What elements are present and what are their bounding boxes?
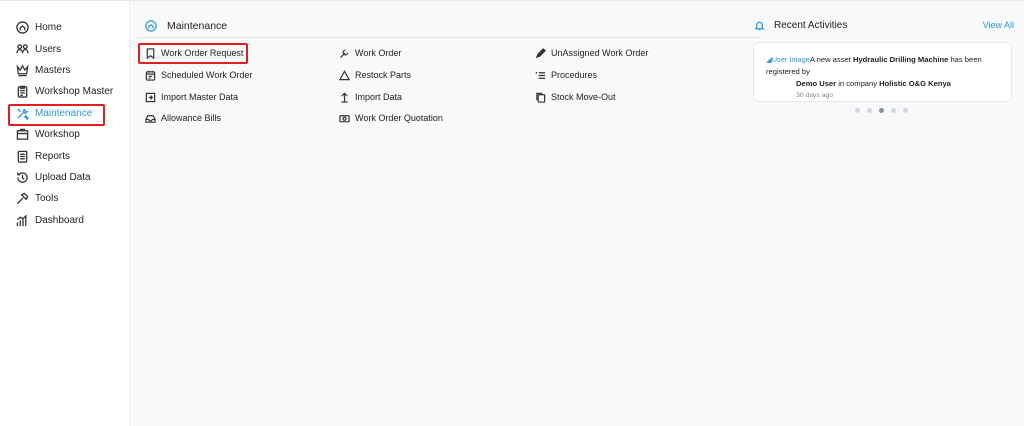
user-image-alt: User Image (771, 55, 810, 64)
sidebar-item-label: Workshop (35, 129, 80, 141)
sidebar-item-maintenance[interactable]: Maintenance (0, 103, 129, 124)
pencil-icon (535, 47, 546, 59)
sidebar-item-label: Tools (35, 193, 59, 205)
workshop-icon (16, 128, 29, 141)
activity-asset: Hydraulic Drilling Machine (852, 55, 949, 64)
carousel-dot-active[interactable] (879, 108, 884, 113)
menu-label: Procedures (551, 70, 598, 80)
sidebar-item-masters[interactable]: Masters (0, 60, 129, 81)
money-icon (339, 113, 350, 124)
menu-unassigned-work-order[interactable]: UnAssigned Work Order (535, 46, 648, 60)
carousel-dot[interactable] (855, 108, 860, 113)
menu-procedures[interactable]: Procedures (535, 68, 597, 82)
menu-import-master-data[interactable]: Import Master Data (145, 90, 238, 104)
menu-label: Work Order Request (161, 48, 244, 58)
carousel-dot[interactable] (867, 108, 872, 113)
section-title: Maintenance (167, 19, 228, 32)
users-icon (16, 43, 29, 56)
tools-icon (16, 107, 29, 120)
sidebar-item-users[interactable]: Users (0, 38, 129, 59)
menu-work-order-quotation[interactable]: Work Order Quotation (339, 111, 443, 125)
activity-user: Demo User (796, 79, 837, 88)
menu-label: Scheduled Work Order (161, 70, 253, 80)
activity-text-1: A new asset (809, 55, 853, 64)
sidebar: Home Users Masters Workshop Master Maint… (0, 1, 130, 426)
crown-icon (16, 64, 29, 77)
menu-label: Allowance Bills (161, 113, 222, 123)
activity-card[interactable]: ◢User ImageA new asset Hydraulic Drillin… (753, 42, 1012, 102)
sidebar-item-label: Masters (35, 64, 71, 76)
menu-import-data[interactable]: Import Data (339, 90, 402, 104)
carousel-dot[interactable] (903, 108, 908, 113)
menu-restock-parts[interactable]: Restock Parts (339, 68, 411, 82)
copy-icon (535, 92, 546, 103)
main-content: Maintenance (138, 0, 760, 426)
menu-work-order-request[interactable]: Work Order Request (145, 46, 243, 60)
sidebar-item-label: Home (35, 22, 62, 34)
wrench-icon (339, 48, 350, 59)
section-header: Maintenance (138, 14, 760, 38)
sidebar-item-label: Upload Data (35, 171, 91, 183)
history-icon (16, 171, 29, 184)
menu-work-order[interactable]: Work Order (339, 46, 401, 60)
menu-scheduled-work-order[interactable]: Scheduled Work Order (145, 68, 252, 82)
menu-label: Import Master Data (161, 92, 239, 102)
sidebar-item-reports[interactable]: Reports (0, 145, 129, 166)
activities-header: Recent Activities View All (752, 14, 1018, 36)
sidebar-item-workshop-master[interactable]: Workshop Master (0, 81, 129, 102)
activities-title: Recent Activities (774, 19, 848, 31)
menu-label: Work Order Quotation (355, 113, 443, 123)
hammer-icon (16, 192, 29, 205)
home-icon (16, 21, 29, 34)
activity-time: 30 days ago (796, 92, 834, 99)
triangle-icon (339, 69, 350, 81)
menu-label: Work Order (355, 48, 402, 58)
list-icon (535, 70, 546, 81)
sidebar-item-dashboard[interactable]: Dashboard (0, 210, 129, 231)
sidebar-item-upload-data[interactable]: Upload Data (0, 167, 129, 188)
user-image-icon: ◢User Image (766, 55, 810, 64)
carousel-dots (855, 108, 908, 113)
activity-line-2: Demo User in company Holistic O&G Kenya (796, 78, 1003, 90)
carousel-dot[interactable] (891, 108, 896, 113)
sidebar-item-label: Reports (35, 150, 71, 162)
calendar-icon (145, 70, 156, 81)
activity-company: Holistic O&G Kenya (879, 79, 951, 88)
sidebar-item-home[interactable]: Home (0, 17, 129, 38)
sidebar-item-workshop[interactable]: Workshop (0, 124, 129, 145)
menu-allowance-bills[interactable]: Allowance Bills (145, 111, 221, 125)
clipboard-icon (16, 85, 29, 99)
sidebar-item-tools[interactable]: Tools (0, 188, 129, 209)
import-icon (145, 92, 156, 103)
menu-label: Restock Parts (355, 70, 412, 80)
bookmark-icon (145, 47, 156, 59)
menu-label: Import Data (355, 92, 403, 102)
report-icon (16, 150, 29, 163)
sidebar-item-label: Maintenance (35, 107, 93, 119)
sidebar-item-label: Workshop Master (35, 86, 114, 98)
sidebar-item-label: Dashboard (35, 214, 84, 226)
activity-text-3: in company (836, 79, 880, 88)
menu-stock-move-out[interactable]: Stock Move-Out (535, 90, 616, 104)
sidebar-item-label: Users (35, 43, 62, 55)
arrow-up-icon (339, 92, 350, 103)
view-all-link[interactable]: View All (983, 20, 1014, 30)
home-icon (145, 19, 157, 32)
menu-label: UnAssigned Work Order (551, 48, 649, 58)
bell-icon (754, 20, 765, 31)
chart-icon (16, 214, 29, 227)
menu-label: Stock Move-Out (551, 92, 616, 102)
bill-tray-icon (145, 113, 156, 124)
